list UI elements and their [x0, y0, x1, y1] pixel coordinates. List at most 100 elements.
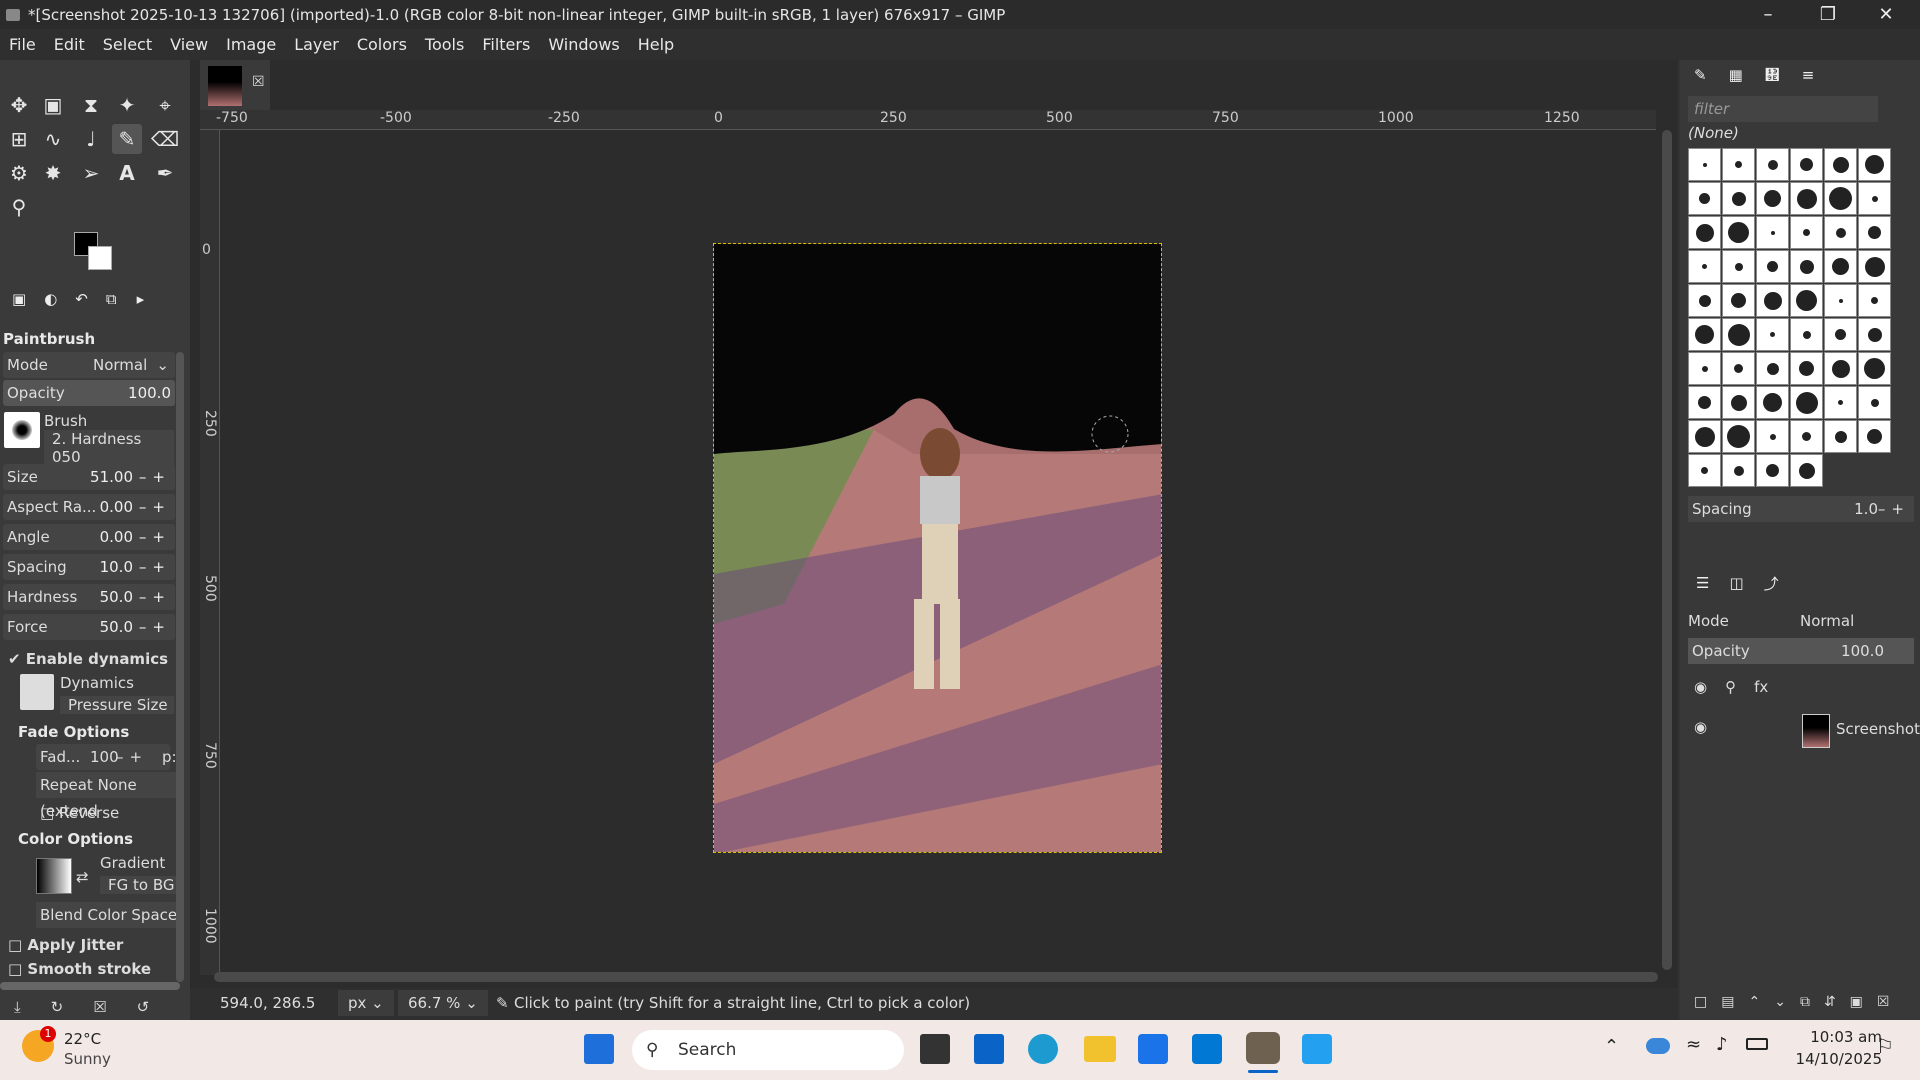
brush-cell[interactable]: [1858, 284, 1891, 317]
brush-cell[interactable]: [1688, 386, 1721, 419]
lock-icon[interactable]: ⚲: [1725, 678, 1736, 696]
brush-cell[interactable]: [1858, 182, 1891, 215]
brush-cell[interactable]: [1756, 420, 1789, 453]
brush-cell[interactable]: [1824, 420, 1857, 453]
zoom-tool-icon[interactable]: ⚲: [4, 192, 34, 222]
new-layer-icon[interactable]: □: [1694, 994, 1707, 1020]
device-status-tab-icon[interactable]: ◐: [44, 290, 57, 308]
dynamics-icon[interactable]: [20, 674, 54, 710]
edge-icon[interactable]: [1028, 1034, 1058, 1064]
reverse-checkbox[interactable]: □ Reverse: [40, 804, 119, 822]
brush-cell[interactable]: [1790, 284, 1823, 317]
minus-plus-icon[interactable]: –+: [1878, 496, 1910, 522]
gradient-value[interactable]: FG to BG (: [100, 876, 176, 894]
brush-preview[interactable]: [4, 412, 40, 448]
lower-layer-icon[interactable]: ⌄: [1774, 994, 1786, 1020]
crop-tool-icon[interactable]: ⌖: [150, 90, 180, 120]
gradient-preview[interactable]: [36, 858, 72, 894]
brush-cell[interactable]: [1790, 386, 1823, 419]
opacity-slider[interactable]: Opacity 100.0: [3, 380, 175, 406]
text-tool-icon[interactable]: A: [112, 158, 142, 188]
menu-select[interactable]: Select: [94, 35, 161, 54]
menu-view[interactable]: View: [161, 35, 217, 54]
brush-cell[interactable]: [1824, 182, 1857, 215]
brushes-tab-icon[interactable]: ✎: [1694, 66, 1707, 84]
layer-mode-select[interactable]: Mode Normal: [1688, 608, 1914, 634]
hardness-slider[interactable]: Hardness 50.0 –+: [3, 584, 175, 610]
taskbar-search[interactable]: ⚲ Search: [632, 1030, 904, 1070]
brush-cell[interactable]: [1858, 318, 1891, 351]
layer-visibility-icon[interactable]: ◉: [1694, 718, 1707, 736]
background-color-swatch[interactable]: [88, 246, 112, 270]
brush-cell[interactable]: [1688, 250, 1721, 283]
menu-file[interactable]: File: [0, 35, 45, 54]
wifi-icon[interactable]: ≈: [1686, 1034, 1701, 1055]
clock-time[interactable]: 10:03 am: [1790, 1028, 1882, 1046]
chevron-up-icon[interactable]: ⌃: [1604, 1036, 1619, 1057]
fade-options-header[interactable]: Fade Options: [18, 723, 129, 741]
size-slider[interactable]: Size 51.00 –+: [3, 464, 175, 490]
eraser-tool-icon[interactable]: ⌫: [150, 124, 180, 154]
maximize-button[interactable]: ❐: [1800, 0, 1856, 29]
brush-cell[interactable]: [1688, 182, 1721, 215]
brush-cell[interactable]: [1858, 148, 1891, 181]
brush-cell[interactable]: [1688, 318, 1721, 351]
layer-row[interactable]: ◉ Screenshot 2: [1680, 710, 1920, 750]
gradients-tab-icon[interactable]: ≡: [1802, 66, 1815, 84]
minus-plus-icon[interactable]: –+: [139, 584, 171, 610]
brush-cell[interactable]: [1756, 148, 1789, 181]
brush-cell[interactable]: [1858, 420, 1891, 453]
brush-cell[interactable]: [1722, 352, 1755, 385]
minus-plus-icon[interactable]: –+: [139, 524, 171, 550]
color-options-header[interactable]: Color Options: [18, 830, 133, 848]
fonts-tab-icon[interactable]: ᎞: [1765, 66, 1780, 84]
brush-cell[interactable]: [1688, 148, 1721, 181]
canvas-horizontal-scrollbar[interactable]: [214, 972, 1658, 982]
app-icon[interactable]: [1138, 1034, 1168, 1064]
outlook-icon[interactable]: [974, 1034, 1004, 1064]
brush-cell[interactable]: [1824, 352, 1857, 385]
delete-options-icon[interactable]: ☒: [93, 998, 106, 1016]
mask-icon[interactable]: ▣: [1850, 994, 1863, 1020]
brush-cell[interactable]: [1790, 250, 1823, 283]
fuzzy-select-tool-icon[interactable]: ✦: [112, 90, 142, 120]
brush-cell[interactable]: [1858, 250, 1891, 283]
repeat-select[interactable]: Repeat None (extend: [36, 772, 176, 820]
task-view-icon[interactable]: [920, 1034, 950, 1064]
smudge-tool-icon[interactable]: ✸: [38, 158, 68, 188]
onedrive-icon[interactable]: [1646, 1038, 1670, 1054]
reset-options-icon[interactable]: ↺: [137, 998, 150, 1016]
fade-length-slider[interactable]: Fad... 100 –+ p:: [36, 744, 177, 770]
brush-cell[interactable]: [1722, 182, 1755, 215]
minus-plus-icon[interactable]: –+: [139, 494, 171, 520]
warp-tool-icon[interactable]: ∿: [38, 124, 68, 154]
brush-cell[interactable]: [1858, 352, 1891, 385]
eye-icon[interactable]: ◉: [1694, 678, 1707, 696]
brush-cell[interactable]: [1756, 352, 1789, 385]
brush-cell[interactable]: [1756, 318, 1789, 351]
brush-cell[interactable]: [1722, 454, 1755, 487]
channels-tab-icon[interactable]: ◫: [1729, 574, 1743, 592]
menu-tools[interactable]: Tools: [416, 35, 473, 54]
brush-cell[interactable]: [1858, 216, 1891, 249]
brush-cell[interactable]: [1756, 250, 1789, 283]
undo-history-tab-icon[interactable]: ↶: [75, 290, 88, 308]
blend-color-space-select[interactable]: Blend Color Space P...: [36, 902, 176, 928]
move-tool-icon[interactable]: ✥: [4, 90, 34, 120]
close-tab-icon[interactable]: ☒: [252, 74, 265, 90]
brush-grid[interactable]: [1688, 148, 1891, 488]
brush-name[interactable]: 2. Hardness 050: [44, 430, 174, 466]
tool-options-tab-icon[interactable]: ▣: [12, 290, 26, 308]
layers-tab-icon[interactable]: ☰: [1696, 574, 1709, 592]
minus-plus-icon[interactable]: –+: [139, 464, 171, 490]
aspect-ratio-slider[interactable]: Aspect Ra... 0.00 –+: [3, 494, 175, 520]
brush-cell[interactable]: [1790, 182, 1823, 215]
lasso-tool-icon[interactable]: ⧗: [76, 90, 106, 120]
close-button[interactable]: ✕: [1858, 0, 1914, 29]
brush-cell[interactable]: [1722, 420, 1755, 453]
brush-cell[interactable]: [1790, 420, 1823, 453]
minus-plus-icon[interactable]: –+: [139, 614, 171, 640]
notification-bell-icon[interactable]: ⚐: [1876, 1034, 1894, 1058]
paths-tool-icon[interactable]: ➢: [76, 158, 106, 188]
brush-cell[interactable]: [1790, 318, 1823, 351]
